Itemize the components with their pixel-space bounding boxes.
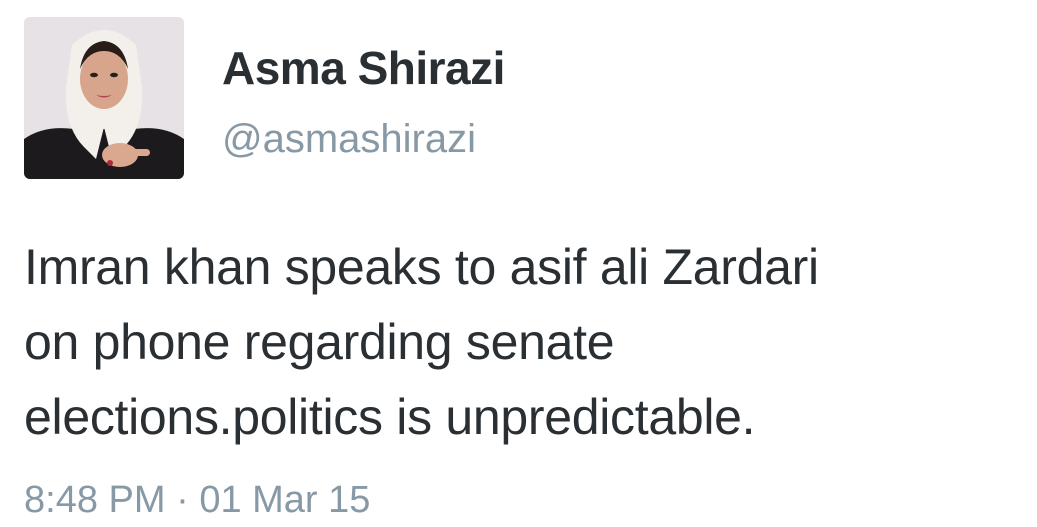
tweet-timestamp[interactable]: 8:48 PM · 01 Mar 15 [24, 478, 370, 522]
tweet-time: 8:48 PM [24, 479, 166, 521]
tweet-text-line: on phone regarding senate [24, 314, 615, 370]
display-name[interactable]: Asma Shirazi [222, 42, 505, 94]
timestamp-separator: · [176, 479, 189, 521]
avatar[interactable] [24, 17, 184, 179]
screen-name[interactable]: @asmashirazi [222, 116, 505, 162]
tweet-card: Asma Shirazi @asmashirazi Imran khan spe… [0, 0, 1037, 527]
tweet-date: 01 Mar 15 [199, 479, 371, 521]
profile-photo-icon [24, 17, 184, 179]
tweet-text: Imran khan speaks to asif ali Zardari on… [24, 230, 1014, 455]
tweet-text-line: elections.politics is unpredictable. [24, 389, 756, 445]
user-info: Asma Shirazi @asmashirazi [222, 42, 505, 162]
tweet-text-line: Imran khan speaks to asif ali Zardari [24, 239, 819, 295]
